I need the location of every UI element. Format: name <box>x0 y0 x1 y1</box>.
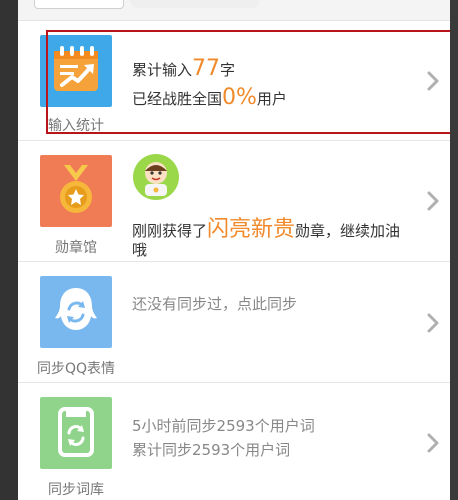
medal-hall-row[interactable]: 勋章馆 刚刚获得了闪亮新贵勋章，继续加油 哦 <box>18 141 450 262</box>
medal-message-line2: 哦 <box>132 241 148 259</box>
chevron-right-icon <box>427 191 439 211</box>
medal-hall-label: 勋章馆 <box>55 240 97 256</box>
medal-message-prefix: 刚刚获得了 <box>132 222 208 240</box>
sync-dict-label: 同步词库 <box>48 482 104 498</box>
top-strip <box>18 0 450 21</box>
annotation-highlight-box <box>46 30 450 134</box>
medal-hall-icon <box>40 155 112 227</box>
right-scrollbar[interactable] <box>450 0 458 500</box>
settings-panel: 输入统计 累计输入77字 已经战胜全国0%用户 勋章馆 刚刚获得了闪亮新贵勋章，… <box>18 0 450 500</box>
medal-message-suffix: 勋章，继续加油 <box>295 222 401 240</box>
sync-dict-icon <box>40 397 112 469</box>
sync-qq-icon <box>40 276 112 348</box>
sync-dict-recent: 5小时前同步2593个用户词 <box>132 417 315 435</box>
sync-qq-status: 还没有同步过，点此同步 <box>132 295 298 313</box>
sync-dict-total: 累计同步2593个用户词 <box>132 441 291 459</box>
baby-avatar-icon <box>133 154 179 200</box>
sync-dict-row[interactable]: 同步词库 5小时前同步2593个用户词 累计同步2593个用户词 <box>18 383 450 500</box>
chevron-right-icon <box>427 313 439 333</box>
medal-message-line: 刚刚获得了闪亮新贵勋章，继续加油 <box>132 211 400 243</box>
app-frame: 输入统计 累计输入77字 已经战胜全国0%用户 勋章馆 刚刚获得了闪亮新贵勋章，… <box>0 0 458 500</box>
top-tab-left[interactable] <box>34 0 124 9</box>
top-tab-right[interactable] <box>130 0 260 8</box>
sync-qq-label: 同步QQ表情 <box>36 361 116 377</box>
medal-name: 闪亮新贵 <box>207 217 296 242</box>
sync-qq-row[interactable]: 同步QQ表情 还没有同步过，点此同步 <box>18 262 450 383</box>
chevron-right-icon <box>427 433 439 453</box>
left-edge <box>0 0 18 500</box>
